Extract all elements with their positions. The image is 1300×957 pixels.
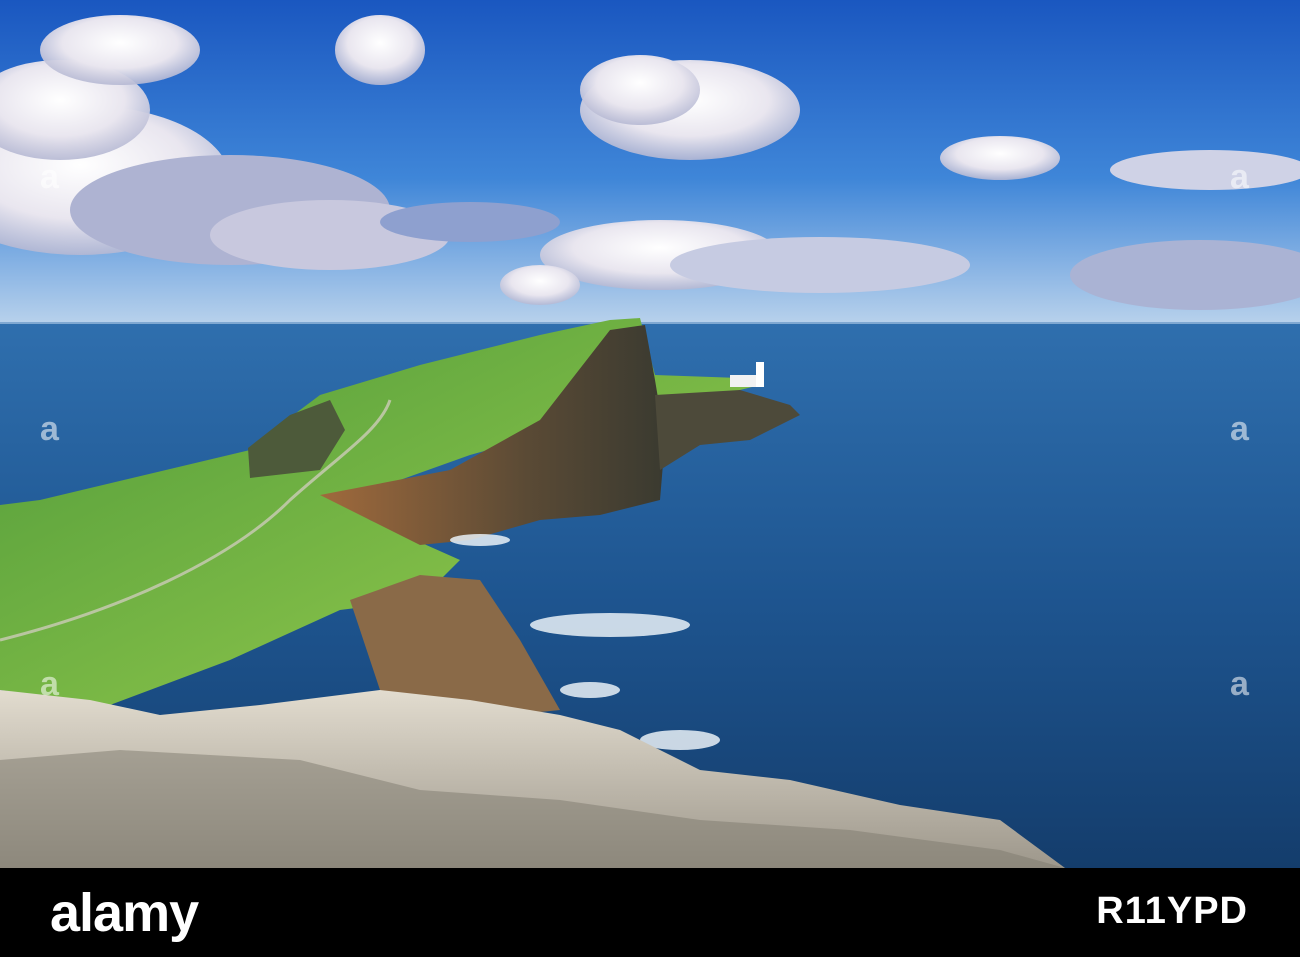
image-id: R11YPD [1096,890,1248,932]
landscape-photo: a a a a a a [0,0,1300,868]
watermark: a [1230,158,1249,196]
watermark: a [40,410,59,448]
watermark: a [40,158,59,196]
photo-scene [0,0,1300,868]
footer-bar: alamy R11YPD [0,868,1300,957]
alamy-logo: alamy [50,883,199,943]
image-frame: a a a a a a alamy R11YPD [0,0,1300,957]
watermark: a [1230,665,1249,703]
watermark: a [1230,410,1249,448]
watermark: a [40,665,59,703]
